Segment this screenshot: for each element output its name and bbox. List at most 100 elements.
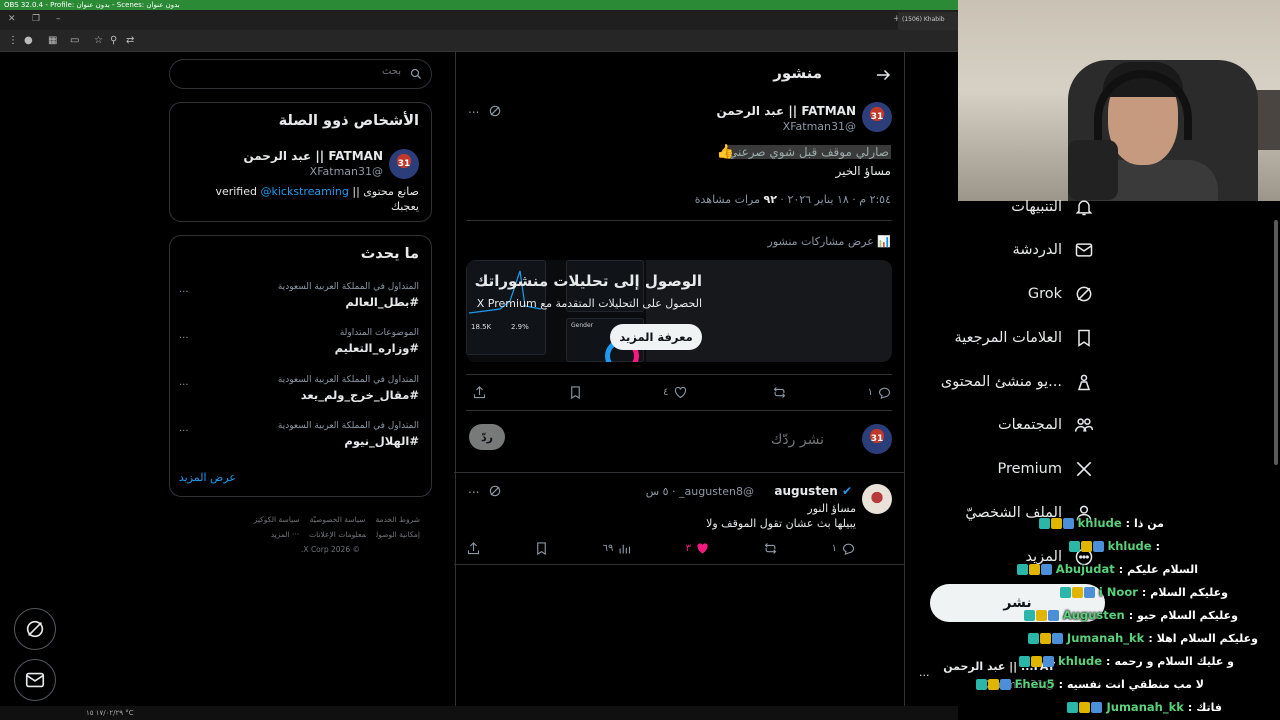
trend-item[interactable]: المتداول في المملكة العربية السعودية #بط… (179, 282, 419, 322)
extensions-icon[interactable]: ▦ (48, 35, 57, 46)
search-input[interactable] (178, 66, 401, 77)
page-scrollbar[interactable] (1274, 220, 1278, 465)
os-taskbar: ١٧/٠٢/٢٩ ١٥ °C (0, 706, 958, 720)
repost-action[interactable] (768, 385, 787, 400)
footer-link[interactable]: إمكانية الوصول (376, 530, 420, 539)
grok-icon[interactable] (488, 484, 502, 498)
chat-separator: : (1148, 631, 1153, 645)
reply-more-icon[interactable]: ... (468, 482, 479, 496)
chat-badge-icon (1019, 655, 1031, 667)
repost-icon (773, 386, 786, 398)
nav-bookmarks[interactable]: العلامات المرجعية (955, 324, 1094, 352)
chat-username: Fheu5 (1014, 677, 1055, 691)
show-more-link[interactable]: عرض المزيد (179, 471, 236, 484)
footer-link[interactable]: معلومات الإعلانات (309, 530, 366, 539)
reply-input[interactable]: نشر ردّك (771, 432, 824, 448)
chat-username: Augusten (1062, 608, 1125, 622)
bookmark-icon (570, 385, 580, 399)
reply-author-name-text: augusten (774, 484, 838, 498)
nav-premium[interactable]: Premium (997, 455, 1094, 483)
like-action[interactable]: ٣ (686, 541, 710, 556)
close-icon[interactable]: ✕ (8, 14, 16, 24)
chat-badge-icon (1031, 655, 1043, 667)
chat-username: khlude (1077, 516, 1122, 530)
person-name[interactable]: FATMAN || عبد الرحمن (243, 149, 383, 163)
divider (454, 472, 904, 473)
sidebar-toggle-icon[interactable]: ▭ (70, 35, 79, 46)
reply-composer: 31 نشر ردّك ردّ (456, 420, 904, 470)
search-box[interactable] (169, 59, 432, 89)
post-text-line: مساؤ الخير (835, 164, 891, 178)
browser-tab[interactable]: (1506) Khabib (898, 12, 958, 30)
grok-icon[interactable] (488, 104, 502, 118)
tune-icon[interactable]: ⇄ (126, 35, 134, 46)
reply-text-line: مساؤ النور (807, 502, 856, 515)
like-count: ٣ (685, 542, 692, 554)
nav-chat[interactable]: الدردشة (1013, 236, 1094, 264)
bookmark-action[interactable] (568, 385, 583, 400)
views-action[interactable]: ٦٩ (603, 541, 633, 556)
star-icon[interactable]: ☆ (94, 35, 103, 46)
trend-more-icon[interactable]: ... (179, 423, 189, 434)
chat-badge-icon (987, 678, 999, 690)
footer-link[interactable]: سياسة الكوكيز (254, 515, 300, 524)
reply-author-handle[interactable]: @augusten8_ · ٥ س (646, 485, 754, 498)
share-action[interactable] (466, 541, 481, 556)
view-label: مرات مشاهدة (694, 193, 764, 206)
footer-link[interactable]: سياسة الخصوصيّة (310, 515, 366, 524)
chat-badge-icon (1040, 563, 1052, 575)
learn-more-button[interactable]: معرفة المزيد (610, 324, 702, 350)
trend-tag: #بطل_العالم (345, 295, 419, 309)
nav-grok[interactable]: Grok (1028, 280, 1094, 308)
bio-link[interactable]: @kickstreaming (260, 185, 348, 198)
reply-author-avatar[interactable] (862, 484, 892, 514)
account-more-icon[interactable]: ... (919, 666, 930, 679)
chat-message: لا مب منطقي انت نفسيه: Fheu5 (975, 674, 1204, 694)
author-handle[interactable]: @XFatman31 (783, 120, 856, 133)
trend-item[interactable]: المتداول في المملكة العربية السعودية #ال… (179, 421, 419, 461)
share-action[interactable] (472, 385, 487, 400)
grok-float-button[interactable] (14, 608, 56, 650)
repost-action[interactable] (763, 541, 778, 556)
preview-stat: 2.9% (511, 323, 529, 331)
like-action[interactable]: ٤ (663, 385, 687, 400)
reply-button[interactable]: ردّ (469, 424, 505, 450)
nav-notifications[interactable]: التنبيهات (1011, 193, 1094, 221)
profile-icon[interactable]: ● (24, 35, 33, 46)
creator-icon (1077, 374, 1091, 391)
person-avatar[interactable]: 31 (389, 149, 419, 179)
messages-float-button[interactable] (14, 659, 56, 701)
footer-link[interactable]: ··· المزيد (271, 530, 299, 539)
reply-action[interactable]: ١ (832, 541, 856, 556)
back-arrow-icon[interactable] (874, 66, 892, 84)
chat-username: Jumanah_kk (1106, 700, 1184, 714)
nav-communities[interactable]: المجتمعات (998, 411, 1094, 439)
footer-link[interactable]: شروط الخدمة (375, 515, 420, 524)
chat-text: و عليك السلام و رحمه (1114, 654, 1234, 668)
nav-creator-studio[interactable]: ...يو منشئ المحتوى (941, 368, 1094, 396)
chat-separator: : (1106, 654, 1111, 668)
post-more-icon[interactable]: ... (468, 102, 479, 116)
trend-item[interactable]: الموضوعات المتداولة #وزاره_التعليم ... (179, 328, 419, 368)
reply-action[interactable]: ١ (868, 385, 892, 400)
chat-username: Abujudat (1055, 562, 1115, 576)
author-avatar[interactable]: 31 (862, 102, 892, 132)
trend-more-icon[interactable]: ... (179, 284, 189, 295)
post-timestamp[interactable]: ٢:٥٤ م · ١٨ يناير ٢٠٢٦ · (777, 193, 891, 206)
restore-icon[interactable]: ❐ (32, 14, 40, 24)
view-post-engagements[interactable]: 📊 عرض مشاركات منشور (768, 235, 891, 248)
reply-author-name[interactable]: ✔ augusten (774, 484, 852, 498)
minimize-icon[interactable]: – (56, 14, 61, 24)
divider (466, 410, 892, 411)
page-title: منشور (773, 64, 822, 82)
bookmark-icon (537, 541, 547, 555)
bookmark-action[interactable] (534, 541, 549, 556)
person-handle[interactable]: @XFatman31 (310, 165, 383, 178)
menu-icon[interactable]: ⋮ (8, 35, 18, 46)
trend-item[interactable]: المتداول في المملكة العربية السعودية #مق… (179, 375, 419, 415)
trend-more-icon[interactable]: ... (179, 330, 189, 341)
author-name[interactable]: FATMAN || عبد الرحمن (716, 104, 856, 118)
my-avatar[interactable]: 31 (862, 424, 892, 454)
trend-more-icon[interactable]: ... (179, 377, 189, 388)
key-icon[interactable]: ⚲ (110, 35, 117, 46)
